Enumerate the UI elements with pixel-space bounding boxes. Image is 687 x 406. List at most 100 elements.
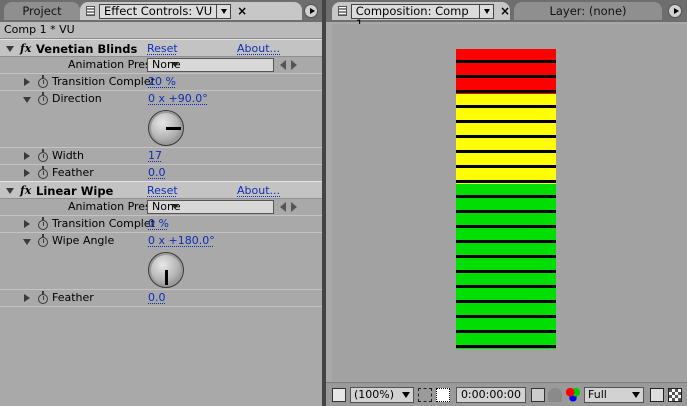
vu-segment-gap [456, 74, 556, 78]
prop-label: Direction [52, 92, 102, 105]
tab-composition[interactable]: Composition: Comp 1 × [332, 2, 510, 30]
presets-select[interactable]: None [147, 58, 274, 72]
prop-label: Feather [52, 291, 94, 304]
vu-segment-gap [456, 149, 556, 153]
prop-value[interactable]: 20 % [148, 75, 176, 88]
stopwatch-icon[interactable] [38, 149, 48, 162]
expand-triangle-icon[interactable] [24, 152, 30, 160]
tab-project-label: Project [22, 4, 62, 18]
mask-visibility-icon[interactable] [436, 388, 450, 402]
fx-toggle-icon[interactable]: fx [20, 42, 31, 55]
animation-presets-row: Animation Presets: None [0, 199, 322, 216]
timecode-value: 0:00:00:00 [460, 388, 522, 401]
panel-menu-button[interactable] [304, 4, 318, 18]
previous-preset-icon[interactable] [280, 60, 286, 70]
stopwatch-icon[interactable] [38, 234, 48, 247]
transparency-grid-icon[interactable] [668, 388, 682, 402]
show-snapshot-icon[interactable] [548, 388, 562, 402]
prop-value[interactable]: 0.0 [148, 291, 166, 304]
resolution-select[interactable]: Full [584, 387, 644, 403]
previous-preset-icon[interactable] [280, 202, 286, 212]
presets-select[interactable]: None [147, 200, 274, 214]
dial-needle [166, 127, 181, 130]
tab-layer[interactable]: Layer: (none) [514, 2, 662, 20]
vu-segment-gap [456, 134, 556, 138]
tab-effect-controls[interactable]: Effect Controls: VU × [80, 2, 302, 20]
panel-grip-icon[interactable] [86, 6, 95, 16]
effect-controls-panel: Project Effect Controls: VU × Comp 1 * V… [0, 0, 322, 406]
expand-triangle-icon[interactable] [6, 188, 14, 194]
vu-segment-gap [456, 194, 556, 198]
expand-triangle-icon[interactable] [24, 294, 30, 302]
expand-triangle-icon[interactable] [24, 78, 30, 86]
prop-row-transition-completion: Transition Complet 0 % [0, 216, 322, 233]
collapse-triangle-icon[interactable] [23, 97, 31, 103]
prop-label: Wipe Angle [52, 234, 115, 247]
prop-value[interactable]: 0 % [148, 217, 169, 230]
expand-triangle-icon[interactable] [24, 220, 30, 228]
vu-segment-gap [456, 314, 556, 318]
panel-menu-icon [309, 8, 315, 14]
vu-segment-gap [456, 269, 556, 273]
about-link[interactable]: About... [237, 42, 280, 55]
angle-dial-icon[interactable] [148, 110, 184, 146]
effect-venetian-blinds[interactable]: fx Venetian Blinds Reset About... [0, 39, 322, 57]
timecode-display[interactable]: 0:00:00:00 [456, 387, 526, 403]
viewer-toolbar: (100%) 0:00:00:00 Full [326, 382, 687, 406]
collapse-triangle-icon[interactable] [23, 239, 31, 245]
close-icon[interactable]: × [237, 4, 247, 18]
left-tab-bar: Project Effect Controls: VU × [0, 0, 322, 22]
panel-grip-icon[interactable] [338, 6, 347, 16]
stopwatch-icon[interactable] [38, 92, 48, 105]
stopwatch-icon[interactable] [38, 291, 48, 304]
panel-menu-button[interactable] [668, 4, 682, 18]
chevron-down-icon [171, 62, 179, 67]
tab-dropdown-button[interactable] [217, 3, 232, 19]
tab-layer-label: Layer: (none) [549, 4, 627, 18]
snapshot-icon[interactable] [531, 388, 545, 402]
next-preset-icon[interactable] [291, 60, 297, 70]
fx-toggle-icon[interactable]: fx [20, 184, 31, 197]
prop-value[interactable]: 17 [148, 149, 162, 162]
effect-name: Linear Wipe [36, 184, 114, 198]
chevron-down-icon [402, 392, 410, 398]
expand-triangle-icon[interactable] [24, 169, 30, 177]
vu-segment-gap [456, 119, 556, 123]
stopwatch-icon[interactable] [38, 166, 48, 179]
tab-project[interactable]: Project [4, 2, 80, 20]
composition-panel: Composition: Comp 1 × Layer: (none) (100… [326, 0, 687, 406]
angle-dial-icon[interactable] [148, 252, 184, 288]
prop-value[interactable]: 0 x +90.0° [148, 92, 208, 105]
direction-dial-area [0, 108, 322, 148]
stopwatch-icon[interactable] [38, 217, 48, 230]
wipe-angle-dial-area [0, 250, 322, 290]
expand-triangle-icon[interactable] [6, 46, 14, 52]
right-tab-bar: Composition: Comp 1 × Layer: (none) [326, 0, 687, 30]
vu-segment-gap [456, 254, 556, 258]
prop-label: Width [52, 149, 84, 162]
close-icon[interactable]: × [500, 4, 510, 18]
channels-icon[interactable] [566, 388, 580, 402]
prop-row-direction: Direction 0 x +90.0° [0, 91, 322, 108]
zoom-select[interactable]: (100%) [350, 387, 414, 403]
stopwatch-icon[interactable] [38, 75, 48, 88]
tab-dropdown-button[interactable] [480, 3, 494, 19]
composition-viewer[interactable] [332, 24, 687, 381]
always-preview-icon[interactable] [332, 388, 346, 402]
vu-segment-gap [456, 59, 556, 63]
about-link[interactable]: About... [237, 184, 280, 197]
reset-link[interactable]: Reset [147, 42, 178, 55]
effect-linear-wipe[interactable]: fx Linear Wipe Reset About... [0, 181, 322, 199]
region-of-interest-icon[interactable] [650, 388, 664, 402]
safe-zones-icon[interactable] [418, 388, 432, 402]
tab-effect-controls-label: Effect Controls: VU [99, 3, 218, 19]
resolution-value: Full [588, 388, 607, 401]
chevron-down-icon [171, 204, 179, 209]
next-preset-icon[interactable] [291, 202, 297, 212]
reset-link[interactable]: Reset [147, 184, 178, 197]
animation-presets-row: Animation Presets: None [0, 57, 322, 74]
prop-row-feather: Feather 0.0 [0, 290, 322, 307]
panel-menu-icon [673, 8, 679, 14]
prop-value[interactable]: 0.0 [148, 166, 166, 179]
prop-value[interactable]: 0 x +180.0° [148, 234, 215, 247]
